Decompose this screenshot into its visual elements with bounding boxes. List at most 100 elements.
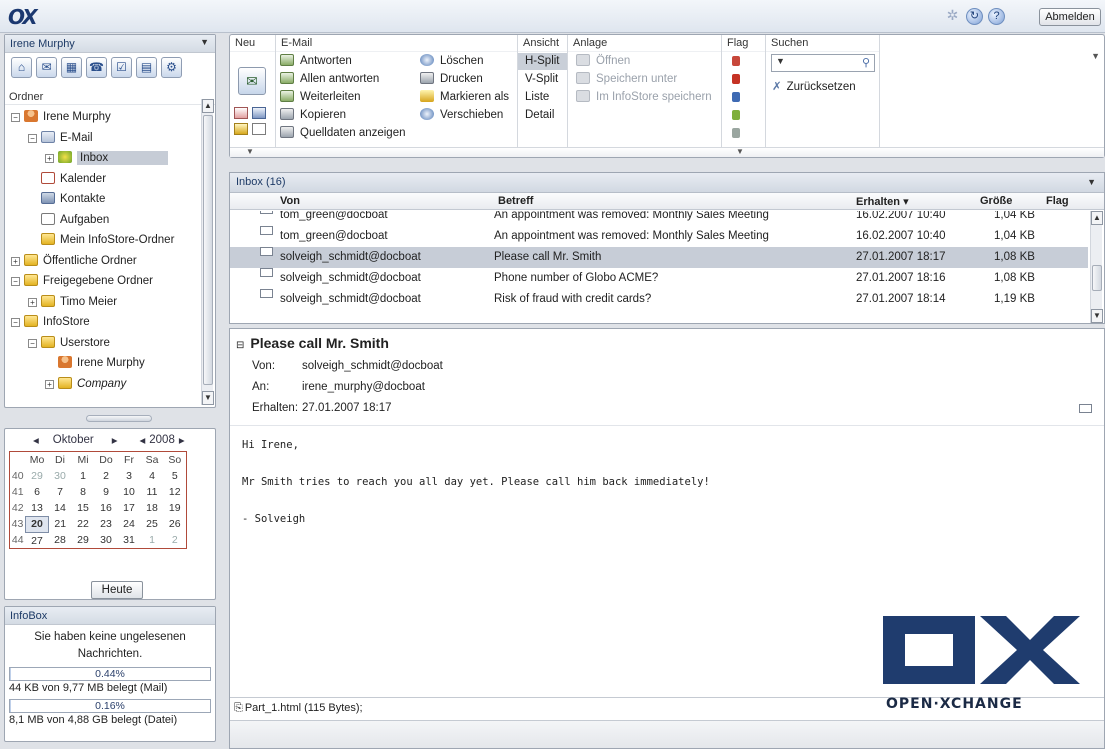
week-number[interactable]: 43	[10, 516, 26, 532]
scroll-up-icon[interactable]: ▲	[1091, 211, 1103, 225]
calendar-day[interactable]: 29	[72, 532, 95, 548]
search-scope-dropdown-icon[interactable]: ▼	[776, 56, 785, 66]
mail-row[interactable]: solveigh_schmidt@docboat Phone number of …	[230, 268, 1088, 289]
new-appointment-icon[interactable]	[234, 107, 248, 119]
splitter-handle[interactable]	[86, 415, 152, 422]
calendar-day[interactable]: 17	[118, 500, 141, 516]
calendar-day[interactable]: 7	[49, 484, 72, 500]
mail-icon[interactable]: ✉	[36, 57, 57, 78]
calendar-day[interactable]: 11	[141, 484, 164, 500]
week-number[interactable]: 41	[10, 484, 26, 500]
new-contact-icon[interactable]	[252, 107, 266, 119]
mail-list-scrollbar[interactable]: ▲ ▼	[1090, 211, 1103, 323]
calendar-day[interactable]: 29	[26, 468, 49, 484]
collapse-icon[interactable]: −	[11, 277, 20, 286]
logout-button[interactable]: Abmelden	[1039, 8, 1101, 26]
folder-tree-item[interactable]: Irene Murphy	[5, 353, 203, 374]
collapse-icon[interactable]: −	[11, 113, 20, 122]
calendar-day[interactable]: 12	[164, 484, 187, 500]
collapse-icon[interactable]: −	[28, 133, 37, 143]
tasks-icon[interactable]: ☑	[111, 57, 132, 78]
folder-tree-item[interactable]: Mein InfoStore-Ordner	[5, 230, 203, 251]
calendar-day[interactable]: 31	[118, 532, 141, 548]
column-subject[interactable]: Betreff	[498, 195, 533, 207]
collapse-icon[interactable]: −	[28, 338, 37, 348]
expand-icon[interactable]: +	[45, 154, 54, 163]
ribbon-collapse-bar[interactable]: ▼ ▼	[230, 147, 1104, 157]
save-to-infostore-button[interactable]: Im InfoStore speichern	[576, 89, 712, 106]
to-address[interactable]: irene_murphy@docboat	[302, 381, 425, 393]
folder-scrollbar[interactable]: ▲ ▼	[201, 99, 214, 405]
flag-clear-button[interactable]	[732, 53, 740, 70]
calendar-day[interactable]: 8	[72, 484, 95, 500]
folder-tree-item[interactable]: + Öffentliche Ordner	[5, 251, 203, 272]
refresh-icon[interactable]: ↻	[966, 8, 983, 25]
mail-row[interactable]: tom_green@docboat An appointment was remo…	[230, 211, 1088, 226]
forward-button[interactable]: Weiterleiten	[280, 89, 361, 106]
copy-button[interactable]: Kopieren	[280, 107, 346, 124]
reply-button[interactable]: Antworten	[280, 53, 352, 70]
settings-icon[interactable]: ⚙	[161, 57, 182, 78]
folder-tree-item[interactable]: Aufgaben	[5, 210, 203, 231]
ribbon-more-icon[interactable]: ▼	[1091, 51, 1100, 61]
search-input[interactable]: ▼ ⚲	[771, 54, 875, 72]
scroll-thumb[interactable]	[1092, 265, 1102, 291]
scroll-down-icon[interactable]: ▼	[202, 391, 214, 405]
home-icon[interactable]: ⌂	[11, 57, 32, 78]
week-number[interactable]: 44	[10, 532, 26, 548]
mail-row[interactable]: tom_green@docboat An appointment was remo…	[230, 226, 1088, 247]
collapse-flag-icon[interactable]: ▼	[736, 147, 744, 156]
calendar-day[interactable]: 3	[118, 468, 141, 484]
module-selector[interactable]: Irene Murphy ▼	[5, 35, 215, 53]
folder-tree-item[interactable]: + Timo Meier	[5, 292, 203, 313]
help-icon[interactable]: ?	[988, 8, 1005, 25]
folder-tree-item[interactable]: Kalender	[5, 169, 203, 190]
calendar-day[interactable]: 28	[49, 532, 72, 548]
calendar-day[interactable]: 27	[26, 532, 49, 548]
folder-tree-item[interactable]: − InfoStore	[5, 312, 203, 333]
mail-row[interactable]: solveigh_schmidt@docboat Risk of fraud wi…	[230, 289, 1088, 310]
calendar-day[interactable]: 16	[95, 500, 118, 516]
folder-tree-item[interactable]: − Freigegebene Ordner	[5, 271, 203, 292]
next-year-icon[interactable]: ▸	[179, 433, 185, 447]
next-month-icon[interactable]: ▸	[112, 433, 118, 447]
calendar-day[interactable]: 22	[72, 516, 95, 532]
view-vsplit[interactable]: V-Split	[525, 71, 558, 88]
calendar-day[interactable]: 10	[118, 484, 141, 500]
calendar-day[interactable]: 26	[164, 516, 187, 532]
column-size[interactable]: Größe	[980, 195, 1012, 207]
calendar-day[interactable]: 15	[72, 500, 95, 516]
from-address[interactable]: solveigh_schmidt@docboat	[302, 360, 443, 372]
flag-blue-button[interactable]	[732, 89, 740, 106]
calendar-day[interactable]: 30	[49, 468, 72, 484]
scroll-thumb[interactable]	[203, 115, 213, 385]
chevron-down-icon[interactable]: ▼	[1087, 177, 1096, 187]
new-task-icon[interactable]	[252, 123, 266, 135]
column-flag[interactable]: Flag	[1046, 195, 1069, 207]
column-from[interactable]: Von	[280, 195, 300, 207]
expand-icon[interactable]: +	[11, 256, 20, 266]
view-list[interactable]: Liste	[525, 89, 549, 106]
view-detail[interactable]: Detail	[525, 107, 554, 124]
calendar-day[interactable]: 1	[141, 532, 164, 548]
reply-all-button[interactable]: Allen antworten	[280, 71, 379, 88]
calendar-day[interactable]: 24	[118, 516, 141, 532]
collapse-ribbon-icon[interactable]: ▼	[246, 147, 254, 156]
flag-gray-button[interactable]	[732, 125, 740, 142]
folder-tree-item[interactable]: − Userstore	[5, 333, 203, 354]
scroll-down-icon[interactable]: ▼	[1091, 309, 1103, 323]
week-number[interactable]: 40	[10, 468, 26, 484]
calendar-day[interactable]: 1	[72, 468, 95, 484]
new-mail-icon[interactable]: ✉	[238, 67, 266, 95]
scroll-up-icon[interactable]: ▲	[202, 99, 214, 113]
collapse-header-icon[interactable]: ⊟	[236, 340, 244, 351]
print-button[interactable]: Drucken	[420, 71, 483, 88]
open-attachment-button[interactable]: Öffnen	[576, 53, 630, 70]
mail-row[interactable]: solveigh_schmidt@docboat Please call Mr. …	[230, 247, 1088, 268]
calendar-day[interactable]: 21	[49, 516, 72, 532]
calendar-day[interactable]: 9	[95, 484, 118, 500]
expand-icon[interactable]: +	[45, 379, 54, 389]
calendar-day[interactable]: 25	[141, 516, 164, 532]
calendar-day[interactable]: 20	[25, 515, 49, 533]
infostore-icon[interactable]: ▤	[136, 57, 157, 78]
